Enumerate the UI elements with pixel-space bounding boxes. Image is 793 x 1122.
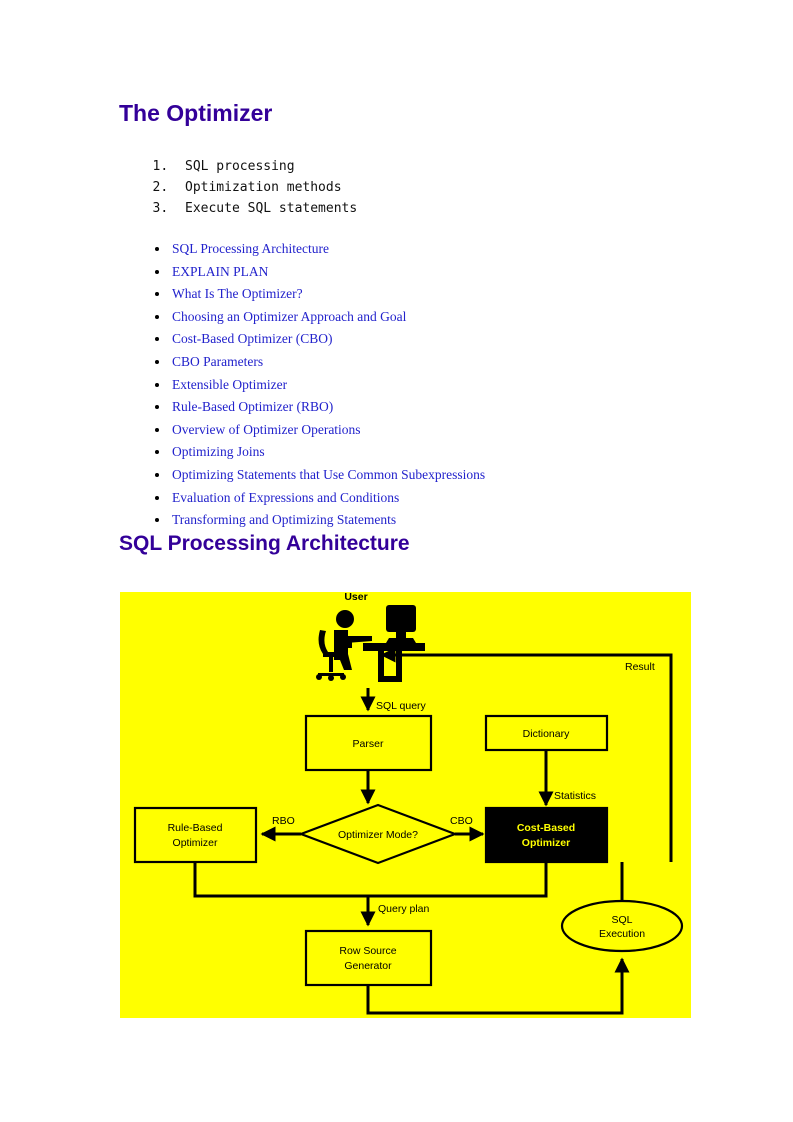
list-item[interactable]: Cost-Based Optimizer (CBO) bbox=[170, 328, 485, 351]
rule-based-optimizer-label-line2: Optimizer bbox=[173, 837, 218, 849]
toc-link-label[interactable]: Transforming and Optimizing Statements bbox=[172, 512, 396, 527]
edge-label-statistics: Statistics bbox=[554, 790, 596, 802]
edge-rbo-merge bbox=[193, 862, 368, 898]
page-title: The Optimizer bbox=[119, 100, 273, 126]
toc-link-label[interactable]: Optimizing Statements that Use Common Su… bbox=[172, 467, 485, 482]
list-item[interactable]: EXPLAIN PLAN bbox=[170, 261, 485, 284]
row-source-generator-label-line1: Row Source bbox=[339, 945, 396, 957]
cost-based-optimizer-label-line2: Optimizer bbox=[522, 837, 570, 849]
list-item[interactable]: Rule-Based Optimizer (RBO) bbox=[170, 396, 485, 419]
edge-label-result: Result bbox=[625, 661, 655, 673]
edge-label-rbo: RBO bbox=[272, 815, 295, 827]
document-page: The Optimizer SQL processing Optimizatio… bbox=[0, 0, 793, 1122]
toc-link-label[interactable]: SQL Processing Architecture bbox=[172, 241, 329, 256]
edge-label-query-plan: Query plan bbox=[378, 903, 430, 915]
toc-link-label[interactable]: EXPLAIN PLAN bbox=[172, 264, 268, 279]
edge-cbo-merge bbox=[368, 862, 548, 898]
edge-label-cbo: CBO bbox=[450, 815, 473, 827]
list-item[interactable]: What Is The Optimizer? bbox=[170, 283, 485, 306]
list-item: SQL processing bbox=[176, 156, 357, 177]
list-item[interactable]: Optimizing Joins bbox=[170, 441, 485, 464]
toc-link-label[interactable]: Rule-Based Optimizer (RBO) bbox=[172, 399, 333, 414]
user-label: User bbox=[344, 592, 367, 603]
list-item[interactable]: Optimizing Statements that Use Common Su… bbox=[170, 464, 485, 487]
list-item[interactable]: CBO Parameters bbox=[170, 351, 485, 374]
list-item[interactable]: Choosing an Optimizer Approach and Goal bbox=[170, 306, 485, 329]
list-item[interactable]: SQL Processing Architecture bbox=[170, 238, 485, 261]
row-source-generator-label-line2: Generator bbox=[344, 960, 392, 972]
parser-label: Parser bbox=[353, 738, 384, 750]
toc-link-label[interactable]: Choosing an Optimizer Approach and Goal bbox=[172, 309, 406, 324]
list-item: Optimization methods bbox=[176, 177, 357, 198]
sql-execution-label-line1: SQL bbox=[611, 914, 632, 926]
list-item[interactable]: Evaluation of Expressions and Conditions bbox=[170, 487, 485, 510]
numbered-list: SQL processing Optimization methods Exec… bbox=[148, 156, 357, 219]
list-item[interactable]: Extensible Optimizer bbox=[170, 374, 485, 397]
sql-execution-label-line2: Execution bbox=[599, 928, 645, 940]
toc-link-list: SQL Processing Architecture EXPLAIN PLAN… bbox=[148, 238, 485, 532]
list-item[interactable]: Overview of Optimizer Operations bbox=[170, 419, 485, 442]
optimizer-mode-label: Optimizer Mode? bbox=[338, 829, 418, 841]
list-item: Execute SQL statements bbox=[176, 198, 357, 219]
cost-based-optimizer-label-line1: Cost-Based bbox=[517, 822, 575, 834]
row-source-generator-box bbox=[304, 929, 433, 987]
dictionary-label: Dictionary bbox=[523, 728, 570, 740]
rule-based-optimizer-box bbox=[133, 806, 258, 864]
toc-link-label[interactable]: What Is The Optimizer? bbox=[172, 286, 303, 301]
toc-link-label[interactable]: CBO Parameters bbox=[172, 354, 263, 369]
edge-label-sql-query: SQL query bbox=[376, 700, 427, 712]
sql-processing-architecture-diagram: User SQL query Parser Dictionary Statist… bbox=[120, 592, 691, 1018]
toc-link-label[interactable]: Extensible Optimizer bbox=[172, 377, 287, 392]
cost-based-optimizer-box bbox=[484, 806, 609, 864]
user-figure-icon bbox=[316, 605, 425, 682]
rule-based-optimizer-label-line1: Rule-Based bbox=[168, 822, 223, 834]
toc-link-label[interactable]: Evaluation of Expressions and Conditions bbox=[172, 490, 399, 505]
section-title: SQL Processing Architecture bbox=[119, 532, 410, 555]
list-item[interactable]: Transforming and Optimizing Statements bbox=[170, 509, 485, 532]
toc-link-label[interactable]: Overview of Optimizer Operations bbox=[172, 422, 361, 437]
toc-link-label[interactable]: Optimizing Joins bbox=[172, 444, 265, 459]
toc-link-label[interactable]: Cost-Based Optimizer (CBO) bbox=[172, 331, 332, 346]
sql-execution-ellipse bbox=[560, 899, 684, 953]
